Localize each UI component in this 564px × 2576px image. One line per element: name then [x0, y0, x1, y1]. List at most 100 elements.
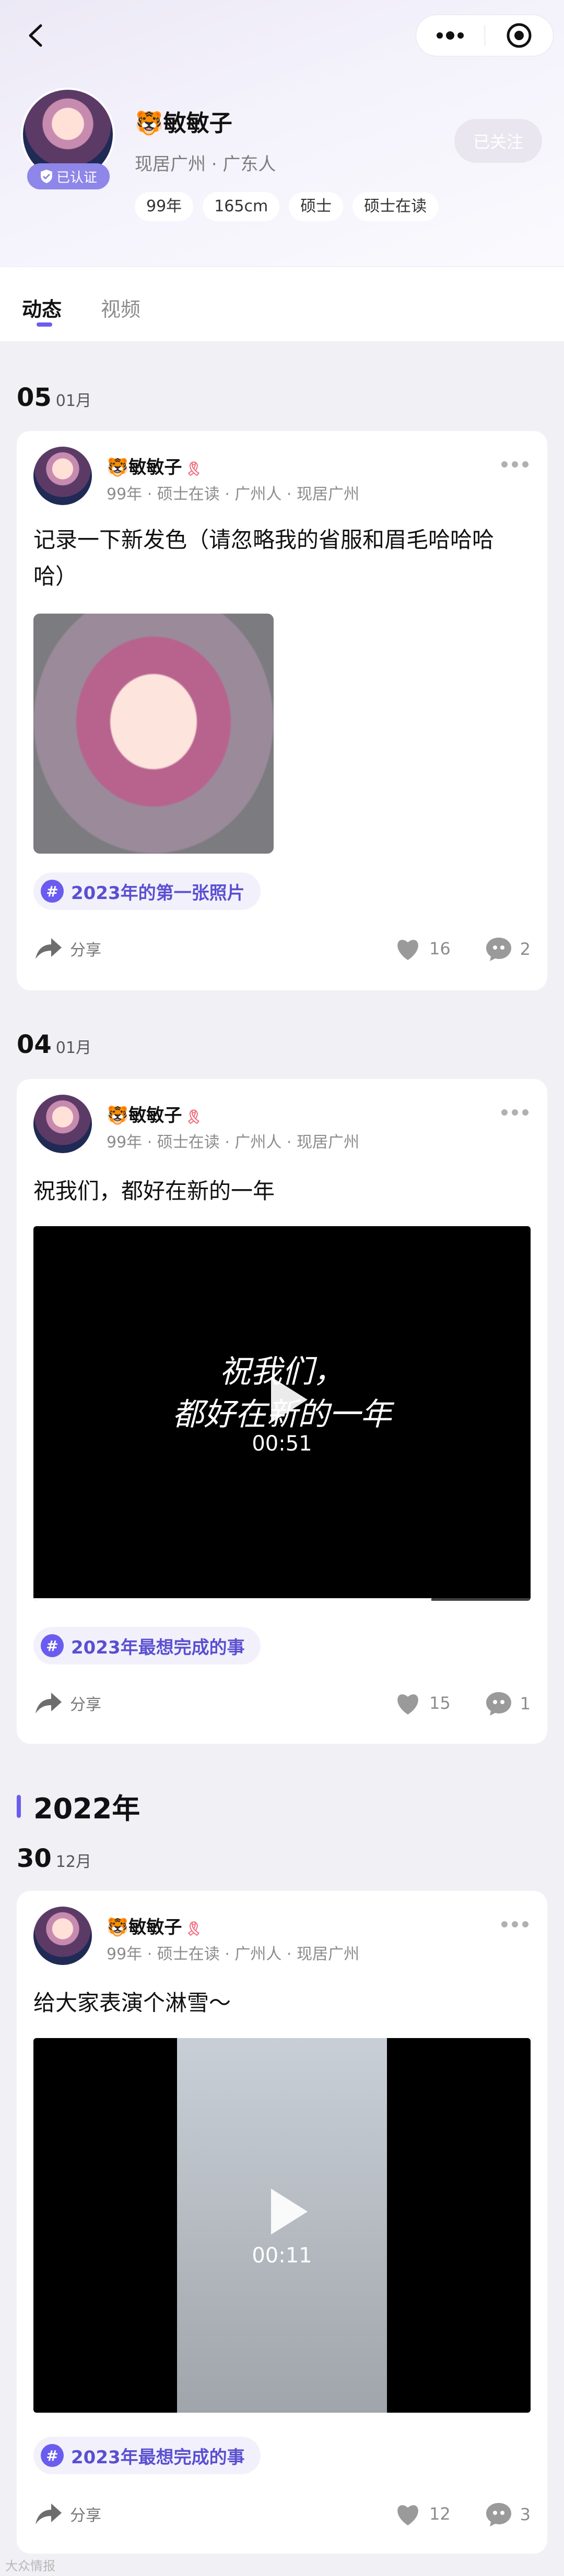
comment-count: 2	[520, 939, 531, 959]
post-more-button[interactable]	[501, 1921, 528, 1927]
year-accent-bar	[17, 1794, 21, 1818]
post-card[interactable]: 🐯敏敏子 🎗 99年 · 硕士在读 · 广州人 · 现居广州 祝我们，都好在新的一…	[17, 1079, 547, 1744]
topic-chip[interactable]: # 2023年最想完成的事	[33, 1627, 261, 1664]
post-date: 05 01月	[17, 383, 91, 412]
share-button[interactable]: 分享	[33, 936, 101, 961]
verified-label: 已认证	[56, 170, 97, 186]
share-arrow-icon	[36, 1693, 62, 1714]
share-label: 分享	[70, 2507, 101, 2525]
author-name[interactable]: 🐯敏敏子 🎗	[107, 1913, 202, 1938]
ribbon-icon: 🎗	[185, 461, 203, 477]
comment-count: 1	[520, 1694, 531, 1714]
author-name-text: 🐯敏敏子	[107, 457, 182, 478]
post-actions: 分享 12 3	[33, 2501, 531, 2533]
share-button[interactable]: 分享	[33, 2501, 101, 2526]
comment-button[interactable]: 1	[485, 1691, 531, 1717]
profile-tags: 99年 165cm 硕士 硕士在读	[135, 192, 439, 221]
video-duration: 00:11	[252, 2244, 312, 2268]
target-icon	[507, 23, 532, 48]
topic-label: 2023年的第一张照片	[71, 882, 245, 904]
profile-header: 已认证 🐯敏敏子 现居广州 · 广东人 99年 165cm 硕士 硕士在读 已关…	[0, 0, 564, 266]
post-video[interactable]: 00:11	[33, 2038, 531, 2413]
hashtag-icon: #	[41, 880, 64, 903]
date-month: 12月	[55, 1853, 91, 1871]
like-count: 15	[429, 1693, 451, 1713]
like-count: 12	[429, 2504, 451, 2524]
share-arrow-icon	[36, 2503, 62, 2524]
post-date: 04 01月	[17, 1030, 91, 1059]
author-name[interactable]: 🐯敏敏子 🎗	[107, 1101, 202, 1127]
shield-check-icon	[40, 170, 52, 183]
post-card[interactable]: 🐯敏敏子 🎗 99年 · 硕士在读 · 广州人 · 现居广州 给大家表演个淋雪～ …	[17, 1891, 547, 2554]
close-mini-program-button[interactable]	[485, 15, 554, 56]
hashtag-icon: #	[41, 2444, 64, 2467]
post-more-button[interactable]	[501, 461, 528, 468]
date-day: 05	[17, 383, 52, 412]
comment-icon	[486, 2503, 511, 2526]
tag-age: 99年	[135, 192, 194, 221]
tag-status: 硕士在读	[352, 192, 439, 221]
like-button[interactable]: 16	[394, 936, 451, 961]
share-arrow-icon	[36, 938, 62, 959]
author-meta: 99年 · 硕士在读 · 广州人 · 现居广州	[107, 485, 359, 504]
tag-degree: 硕士	[289, 192, 344, 221]
date-month: 01月	[55, 392, 91, 410]
back-button[interactable]	[20, 20, 51, 51]
mini-program-capsule	[416, 15, 554, 56]
author-meta: 99年 · 硕士在读 · 广州人 · 现居广州	[107, 1945, 359, 1963]
post-card[interactable]: 🐯敏敏子 🎗 99年 · 硕士在读 · 广州人 · 现居广州 记录一下新发色（请忽…	[17, 431, 547, 990]
hashtag-icon: #	[41, 1634, 64, 1657]
tab-posts[interactable]: 动态	[22, 293, 62, 322]
post-text: 记录一下新发色（请忽略我的省服和眉毛哈哈哈哈）	[33, 527, 495, 589]
topic-label: 2023年最想完成的事	[71, 2447, 245, 2468]
author-avatar[interactable]	[33, 1907, 92, 1965]
video-progress[interactable]	[33, 1598, 531, 1601]
follow-button[interactable]: 已关注	[454, 119, 542, 163]
comment-count: 3	[520, 2505, 531, 2524]
share-label: 分享	[70, 941, 101, 960]
post-more-button[interactable]	[501, 1109, 528, 1116]
topic-label: 2023年最想完成的事	[71, 1637, 245, 1658]
ribbon-icon: 🎗	[185, 1921, 203, 1937]
tag-height: 165cm	[203, 192, 280, 221]
author-name-text: 🐯敏敏子	[107, 1917, 182, 1938]
comment-icon	[486, 938, 511, 961]
comment-button[interactable]: 2	[485, 936, 531, 962]
chevron-left-icon	[29, 24, 42, 47]
post-actions: 分享 16 2	[33, 936, 531, 967]
date-day: 04	[17, 1030, 52, 1059]
post-photo[interactable]	[33, 614, 274, 854]
author-avatar[interactable]	[33, 1095, 92, 1153]
more-dots-icon	[437, 31, 464, 40]
topic-chip[interactable]: # 2023年最想完成的事	[33, 2437, 261, 2474]
heart-icon	[397, 2505, 418, 2525]
author-meta: 99年 · 硕士在读 · 广州人 · 现居广州	[107, 1133, 359, 1152]
profile-name: 🐯敏敏子	[135, 110, 232, 137]
post-text: 祝我们，都好在新的一年	[33, 1178, 275, 1204]
post-actions: 分享 15 1	[33, 1691, 531, 1722]
tab-indicator	[37, 322, 52, 327]
post-text: 给大家表演个淋雪～	[33, 1990, 231, 2016]
verified-badge: 已认证	[27, 163, 110, 189]
like-button[interactable]: 15	[394, 1691, 451, 1716]
year-label: 2022年	[33, 1792, 140, 1825]
share-button[interactable]: 分享	[33, 1691, 101, 1716]
date-day: 30	[17, 1844, 52, 1873]
topic-chip[interactable]: # 2023年的第一张照片	[33, 872, 261, 910]
more-menu-button[interactable]	[416, 15, 485, 56]
play-icon[interactable]	[271, 1376, 308, 1423]
post-date: 30 12月	[17, 1844, 91, 1873]
heart-icon	[397, 1694, 418, 1715]
watermark-logo: 大众情报	[5, 2559, 55, 2573]
like-button[interactable]: 12	[394, 2501, 451, 2526]
play-icon[interactable]	[271, 2188, 308, 2235]
author-name[interactable]: 🐯敏敏子 🎗	[107, 453, 202, 478]
video-duration: 00:51	[252, 1432, 312, 1456]
tab-videos[interactable]: 视频	[101, 293, 140, 322]
heart-icon	[397, 940, 418, 960]
author-avatar[interactable]	[33, 447, 92, 505]
ribbon-icon: 🎗	[185, 1109, 203, 1125]
post-video[interactable]: 祝我们， 都好在新的一年 00:51	[33, 1226, 531, 1601]
comment-button[interactable]: 3	[485, 2501, 531, 2527]
year-heading: 2022年	[17, 1786, 140, 1827]
